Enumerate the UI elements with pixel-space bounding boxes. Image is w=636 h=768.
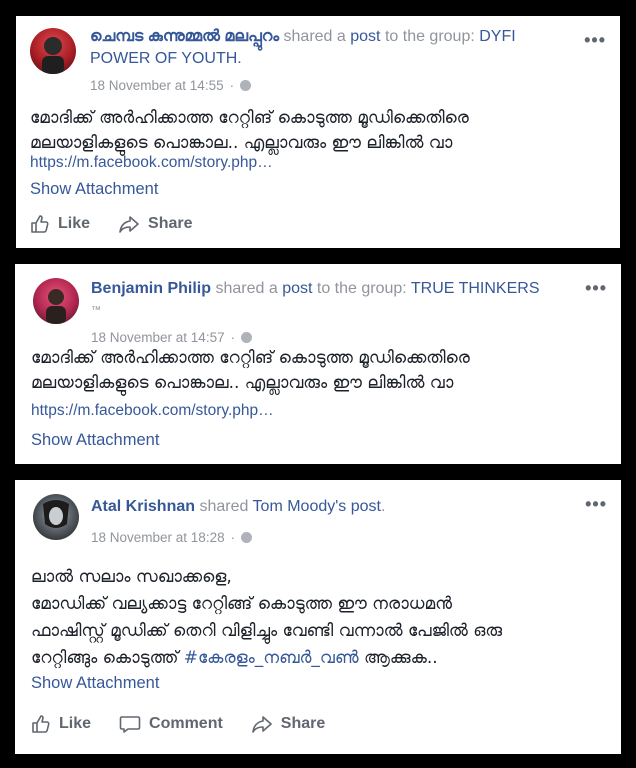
post-header: Atal Krishnan shared Tom Moody's post. — [91, 496, 571, 518]
post-text-line: മോദിക്ക് അർഹിക്കാത്ത റേറ്റിങ് കൊടുത്ത മൂ… — [31, 348, 470, 368]
post-meta: 18 November at 14:57 · — [91, 330, 253, 345]
post-meta: 18 November at 14:55 · — [90, 78, 252, 93]
share-label: Share — [280, 715, 326, 732]
comment-button[interactable]: Comment — [119, 714, 223, 734]
globe-icon — [240, 80, 252, 91]
author-name[interactable]: Atal Krishnan — [91, 498, 195, 515]
globe-icon — [241, 532, 253, 543]
shared-text: shared a — [215, 280, 278, 297]
action-bar: Like Comment Share — [31, 714, 325, 734]
show-attachment-link[interactable]: Show Attachment — [30, 180, 158, 199]
to-group-text: to the group: — [316, 280, 407, 297]
post-text-segment: ആക്കുക.. — [364, 648, 438, 668]
action-bar: Like Share — [30, 214, 192, 234]
like-button[interactable]: Like — [30, 214, 90, 234]
share-label: Share — [148, 215, 193, 232]
share-arrow-icon — [251, 716, 272, 733]
post-link[interactable]: post — [350, 28, 380, 45]
post-body: ലാൽ സലാം സഖാക്കളെ, മോഡിക്ക് വല്യക്കാട്ട … — [31, 564, 502, 672]
post-card-1: ചെമ്പട കുന്നുമ്മൽ മലപ്പുറം shared a post… — [16, 16, 620, 248]
timestamp[interactable]: 18 November at 14:57 — [91, 330, 225, 345]
post-text-line: ലാൽ സലാം സഖാക്കളെ, — [31, 567, 232, 587]
globe-icon — [241, 332, 253, 343]
profile-photo-icon — [43, 500, 69, 528]
more-options-icon[interactable]: ••• — [585, 278, 607, 299]
like-button[interactable]: Like — [31, 714, 91, 734]
post-card-3: Atal Krishnan shared Tom Moody's post. 1… — [15, 480, 621, 754]
shared-text: shared a — [283, 28, 346, 45]
post-header: ചെമ്പട കുന്നുമ്മൽ മലപ്പുറം shared a post… — [90, 26, 560, 70]
show-attachment-link[interactable]: Show Attachment — [31, 674, 159, 693]
to-group-text: to the group: — [384, 28, 475, 45]
story-url-link[interactable]: https://m.facebook.com/story.php… — [31, 402, 274, 420]
avatar[interactable] — [33, 278, 79, 324]
story-url-link[interactable]: https://m.facebook.com/story.php… — [30, 154, 273, 172]
author-name[interactable]: Benjamin Philip — [91, 280, 211, 297]
timestamp[interactable]: 18 November at 14:55 — [90, 78, 224, 93]
like-label: Like — [58, 215, 91, 232]
post-text-segment: റേറ്റിങ്ങും കൊടുത്ത് — [31, 648, 179, 668]
avatar[interactable] — [30, 28, 76, 74]
post-text-line: റേറ്റിങ്ങും കൊടുത്ത് #കേരളം_നബർ_വൺ ആക്കു… — [31, 645, 502, 672]
post-text-line: ഫാഷിസ്റ്റ് മൂഡിക്ക് തെറി വിളിച്ചും വേണ്ട… — [31, 621, 503, 641]
hashtag-link[interactable]: #കേരളം_നബർ_വൺ — [184, 648, 359, 668]
shared-text: shared — [199, 498, 249, 515]
thumbs-up-icon — [32, 715, 50, 733]
more-options-icon[interactable]: ••• — [585, 494, 607, 515]
period: . — [380, 498, 386, 515]
group-link[interactable]: TRUE THINKERS — [411, 280, 540, 297]
more-options-icon[interactable]: ••• — [584, 30, 606, 51]
avatar[interactable] — [33, 494, 79, 540]
share-button[interactable]: Share — [118, 214, 192, 234]
post-header: Benjamin Philip shared a post to the gro… — [91, 278, 571, 300]
post-body: മോദിക്ക് അർഹിക്കാത്ത റേറ്റിങ് കൊടുത്ത മൂ… — [30, 106, 469, 156]
author-name[interactable]: ചെമ്പട കുന്നുമ്മൽ മലപ്പുറം — [90, 28, 279, 45]
comment-label: Comment — [149, 715, 223, 732]
timestamp[interactable]: 18 November at 18:28 — [91, 530, 225, 545]
post-text-line: മോദിക്ക് അർഹിക്കാത്ത റേറ്റിങ് കൊടുത്ത മൂ… — [30, 108, 469, 128]
post-link[interactable]: post — [282, 280, 312, 297]
profile-photo-icon — [42, 37, 64, 74]
post-text-line: മലയാളികളുടെ പൊങ്കാല.. എല്ലാവരും ഈ ലിങ്കി… — [30, 133, 453, 153]
comment-bubble-icon — [119, 716, 141, 733]
share-button[interactable]: Share — [251, 714, 325, 734]
post-card-2: Benjamin Philip shared a post to the gro… — [15, 264, 621, 464]
thumbs-up-icon — [31, 215, 49, 233]
group-trademark: ™ — [91, 305, 101, 316]
profile-photo-icon — [46, 289, 66, 324]
post-body: മോദിക്ക് അർഹിക്കാത്ത റേറ്റിങ് കൊടുത്ത മൂ… — [31, 346, 470, 396]
like-label: Like — [59, 715, 92, 732]
post-text-line: മലയാളികളുടെ പൊങ്കാല.. എല്ലാവരും ഈ ലിങ്കി… — [31, 373, 454, 393]
post-text-line: മോഡിക്ക് വല്യക്കാട്ട റേറ്റിങ്ങ് കൊടുത്ത … — [31, 594, 453, 614]
post-meta: 18 November at 18:28 · — [91, 530, 253, 545]
shared-owner-link[interactable]: Tom Moody's post — [253, 498, 381, 515]
share-arrow-icon — [119, 216, 139, 233]
show-attachment-link[interactable]: Show Attachment — [31, 431, 159, 450]
